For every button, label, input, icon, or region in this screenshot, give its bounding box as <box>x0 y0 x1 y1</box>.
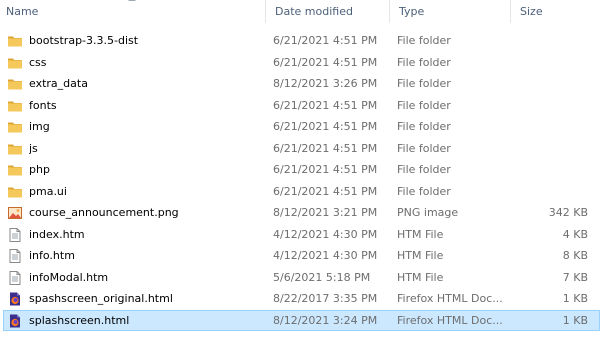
firefox-html-icon <box>7 313 23 329</box>
file-date-modified: 8/12/2021 3:24 PM <box>273 313 378 327</box>
file-size <box>500 52 588 74</box>
folder-icon <box>7 119 23 135</box>
file-date-modified: 8/12/2021 3:21 PM <box>273 206 378 219</box>
file-size: 4 KB <box>562 227 588 241</box>
file-explorer-details-view: Name Date modified Type Size bootstrap-3… <box>0 0 600 343</box>
file-type: File folder <box>397 184 451 198</box>
file-row-img[interactable]: img 6/21/2021 4:51 PM File folder <box>0 116 600 138</box>
file-type: File folder <box>397 120 451 133</box>
file-row-splashscreen-html[interactable]: splashscreen.html 8/12/2021 3:24 PM Firefo… <box>0 309 600 331</box>
file-row-bootstrap-3-3-5-dist[interactable]: bootstrap-3.3.5-dist 6/21/2021 4:51 PM Fil… <box>0 30 600 52</box>
file-row-infomodal-htm[interactable]: infoModal.htm 5/6/2021 5:18 PM HTM File 7 K… <box>0 267 600 289</box>
file-type: PNG image <box>397 206 459 219</box>
file-size: 8 KB <box>562 249 588 262</box>
file-row-spashscreen-original-html[interactable]: spashscreen_original.html 8/22/2017 3:35 … <box>0 288 600 310</box>
file-name: css <box>29 55 47 69</box>
file-date-modified: 6/21/2021 4:51 PM <box>273 184 378 198</box>
file-type: File folder <box>397 77 451 90</box>
folder-icon <box>7 33 23 49</box>
file-date-modified: 6/21/2021 4:51 PM <box>273 120 378 133</box>
folder-icon <box>7 162 23 178</box>
file-type: Firefox HTML Doc... <box>397 313 503 327</box>
file-name: php <box>29 163 50 176</box>
file-row-pma-ui[interactable]: pma.ui 6/21/2021 4:51 PM File folder <box>0 181 600 203</box>
file-type: File folder <box>397 141 451 155</box>
file-row-course-announcement-png[interactable]: course_announcement.png 8/12/2021 3:21 PM… <box>0 202 600 224</box>
file-name: splashscreen.html <box>29 313 130 327</box>
file-list: bootstrap-3.3.5-dist 6/21/2021 4:51 PM Fil… <box>0 30 600 331</box>
file-date-modified: 6/21/2021 4:51 PM <box>273 163 378 176</box>
file-date-modified: 8/22/2017 3:35 PM <box>273 292 378 305</box>
column-header-type[interactable]: Type <box>395 0 507 23</box>
file-size <box>500 95 588 117</box>
firefox-html-icon <box>7 291 23 307</box>
image-file-icon <box>7 205 23 221</box>
column-header-bar: Name Date modified Type Size <box>0 0 600 23</box>
file-date-modified: 4/12/2021 4:30 PM <box>273 227 378 241</box>
file-size: 1 KB <box>562 313 588 327</box>
file-size: 342 KB <box>548 206 588 219</box>
file-name: extra_data <box>29 77 88 90</box>
file-date-modified: 6/21/2021 4:51 PM <box>273 55 378 69</box>
file-row-info-htm[interactable]: info.htm 4/12/2021 4:30 PM HTM File 8 KB <box>0 245 600 267</box>
folder-icon <box>7 76 23 92</box>
file-date-modified: 5/6/2021 5:18 PM <box>273 270 371 284</box>
file-size <box>500 73 588 95</box>
file-name: infoModal.htm <box>29 270 109 284</box>
file-name: img <box>29 120 50 133</box>
file-size: 1 KB <box>562 292 588 305</box>
file-size <box>500 159 588 181</box>
file-date-modified: 6/21/2021 4:51 PM <box>273 141 378 155</box>
file-name: fonts <box>29 98 57 112</box>
file-name: index.htm <box>29 227 85 241</box>
file-row-fonts[interactable]: fonts 6/21/2021 4:51 PM File folder <box>0 95 600 117</box>
column-header-name[interactable]: Name <box>2 0 264 23</box>
file-name: pma.ui <box>29 184 67 198</box>
file-row-css[interactable]: css 6/21/2021 4:51 PM File folder <box>0 52 600 74</box>
column-header-date-modified[interactable]: Date modified <box>271 0 389 23</box>
column-divider[interactable] <box>510 0 511 23</box>
file-name: spashscreen_original.html <box>29 292 173 305</box>
file-type: Firefox HTML Doc... <box>397 292 503 305</box>
file-size <box>500 30 588 52</box>
file-date-modified: 8/12/2021 3:26 PM <box>273 77 378 90</box>
file-type: HTM File <box>397 249 444 262</box>
file-date-modified: 6/21/2021 4:51 PM <box>273 98 378 112</box>
column-divider[interactable] <box>389 0 390 23</box>
folder-icon <box>7 55 23 71</box>
file-name: bootstrap-3.3.5-dist <box>29 34 139 47</box>
file-date-modified: 6/21/2021 4:51 PM <box>273 34 378 47</box>
file-size <box>500 181 588 203</box>
document-icon <box>7 227 23 243</box>
file-size: 7 KB <box>562 270 588 284</box>
document-icon <box>7 270 23 286</box>
document-icon <box>7 248 23 264</box>
file-type: File folder <box>397 34 451 47</box>
file-size <box>500 138 588 160</box>
file-row-index-htm[interactable]: index.htm 4/12/2021 4:30 PM HTM File 4 KB <box>0 224 600 246</box>
file-type: HTM File <box>397 227 444 241</box>
file-size <box>500 116 588 138</box>
file-name: info.htm <box>29 249 75 262</box>
column-divider[interactable] <box>265 0 266 23</box>
folder-icon <box>7 184 23 200</box>
file-row-php[interactable]: php 6/21/2021 4:51 PM File folder <box>0 159 600 181</box>
file-type: File folder <box>397 55 451 69</box>
file-type: File folder <box>397 163 451 176</box>
file-name: course_announcement.png <box>29 206 179 219</box>
column-header-size[interactable]: Size <box>516 0 596 23</box>
file-row-js[interactable]: js 6/21/2021 4:51 PM File folder <box>0 138 600 160</box>
file-date-modified: 4/12/2021 4:30 PM <box>273 249 378 262</box>
file-row-extra-data[interactable]: extra_data 8/12/2021 3:26 PM File folder <box>0 73 600 95</box>
file-type: File folder <box>397 98 451 112</box>
folder-icon <box>7 98 23 114</box>
folder-icon <box>7 141 23 157</box>
file-name: js <box>29 141 38 155</box>
file-type: HTM File <box>397 270 444 284</box>
